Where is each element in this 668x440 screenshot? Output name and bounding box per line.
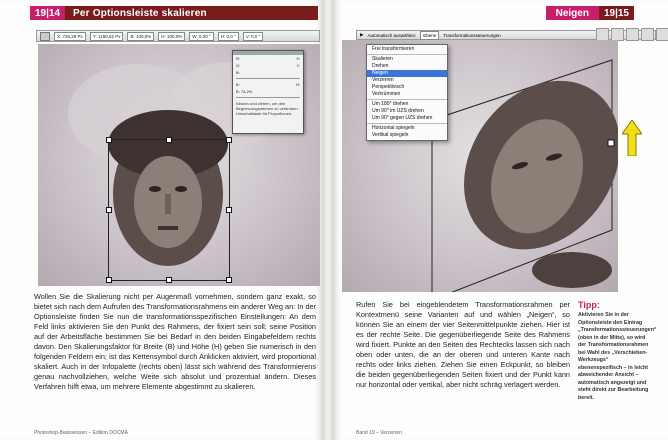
menu-item[interactable]: Drehen — [367, 63, 447, 70]
transform-controls-checkbox[interactable]: Transformationssteuerungen — [443, 33, 500, 38]
align-icon[interactable] — [641, 28, 654, 41]
tip-text: Aktivieren Sie in der Optionsleiste den … — [578, 312, 657, 401]
auto-select-label[interactable]: Automatisch auswählen: — [367, 33, 416, 38]
handle-bottom-middle[interactable] — [166, 277, 172, 283]
book-gutter — [322, 0, 334, 440]
right-page-header: Neigen 19|15 — [334, 6, 634, 20]
info-label: B: — [236, 82, 240, 87]
handle-middle-right[interactable] — [226, 207, 232, 213]
menu-item[interactable]: Um 90° gegen UZS drehen — [367, 115, 447, 122]
height-field[interactable]: H: 100,0% — [158, 31, 186, 41]
right-page-number: 19|15 — [598, 6, 634, 20]
align-icon[interactable] — [656, 28, 668, 41]
transform-context-menu: Frei transformieren Skalieren Drehen Neigen… — [366, 44, 448, 141]
v-skew-field[interactable]: V: 0,0 ° — [242, 31, 264, 41]
transform-frame[interactable] — [106, 137, 232, 283]
left-page-title: Per Optionsleiste skalieren — [73, 7, 207, 19]
handle-top-left[interactable] — [106, 137, 112, 143]
move-tool-icon[interactable]: ▶ — [360, 32, 363, 38]
left-footer: Photoshop-Basiswissen – Edition DOCMA — [34, 430, 128, 436]
skew-handle[interactable] — [607, 139, 615, 147]
y-field[interactable]: Y: 1180,62 Px — [89, 31, 124, 41]
info-label: X: — [296, 56, 300, 61]
options-bar: X: 725,29 Px Y: 1180,62 Px B: 100,0% H: … — [36, 30, 320, 42]
menu-separator — [367, 123, 447, 124]
menu-item[interactable]: Um 90° im UZS drehen — [367, 108, 447, 115]
info-label: Y: — [296, 63, 300, 68]
info-note: Klicken und ziehen, um den Begrenzungsra… — [236, 101, 299, 116]
angle-field[interactable]: W: 0,00 ° — [189, 31, 214, 41]
menu-item[interactable]: Horizontal spiegeln — [367, 125, 447, 132]
left-page: 19|14 Per Optionsleiste skalieren X: 725… — [0, 0, 322, 440]
info-percent: B: 74,2% — [236, 89, 253, 94]
menu-item[interactable]: Vertikal spiegeln — [367, 132, 447, 139]
handle-top-right[interactable] — [226, 137, 232, 143]
menu-item[interactable]: Perspektivisch — [367, 84, 447, 91]
right-page: Neigen 19|15 ▶ Automatisch auswählen: Eb… — [334, 0, 668, 440]
right-page-title: Neigen — [545, 6, 599, 20]
left-page-number: 19|14 — [30, 6, 66, 20]
info-panel: R: X: G: Y: B: B: H: B: 74,2% Klicken und z… — [232, 50, 304, 134]
menu-item[interactable]: Neigen — [367, 70, 447, 77]
menu-item[interactable]: Verzerren — [367, 77, 447, 84]
width-field[interactable]: B: 100,0% — [127, 31, 155, 41]
auto-select-dropdown[interactable]: Ebene — [420, 30, 440, 40]
handle-bottom-left[interactable] — [106, 277, 112, 283]
info-label: H: — [296, 82, 300, 87]
menu-item[interactable]: Verkrümmen — [367, 91, 447, 98]
left-page-header: 19|14 Per Optionsleiste skalieren — [30, 6, 318, 20]
h-skew-field[interactable]: H: 0,0 ° — [217, 31, 239, 41]
menu-separator — [367, 54, 447, 55]
up-arrow-icon — [622, 120, 642, 156]
menu-item[interactable]: Skalieren — [367, 56, 447, 63]
menu-separator — [367, 99, 447, 100]
menu-item[interactable]: Um 180° drehen — [367, 101, 447, 108]
align-icon[interactable] — [626, 28, 639, 41]
menu-item[interactable]: Frei transformieren — [367, 46, 447, 53]
info-label: G: — [236, 63, 241, 68]
x-field[interactable]: X: 725,29 Px — [54, 31, 86, 41]
handle-top-middle[interactable] — [166, 137, 172, 143]
info-label: B: — [236, 70, 240, 75]
right-body-text: Rufen Sie bei eingeblendetem Transformat… — [356, 300, 570, 389]
handle-bottom-right[interactable] — [226, 277, 232, 283]
reference-point-icon[interactable] — [40, 31, 50, 41]
tip-title: Tipp: — [578, 300, 600, 310]
right-footer: Band 19 – Verzerren — [356, 430, 402, 436]
left-body-text: Wollen Sie die Skalierung nicht per Auge… — [34, 292, 316, 391]
handle-middle-left[interactable] — [106, 207, 112, 213]
info-label: R: — [236, 56, 240, 61]
